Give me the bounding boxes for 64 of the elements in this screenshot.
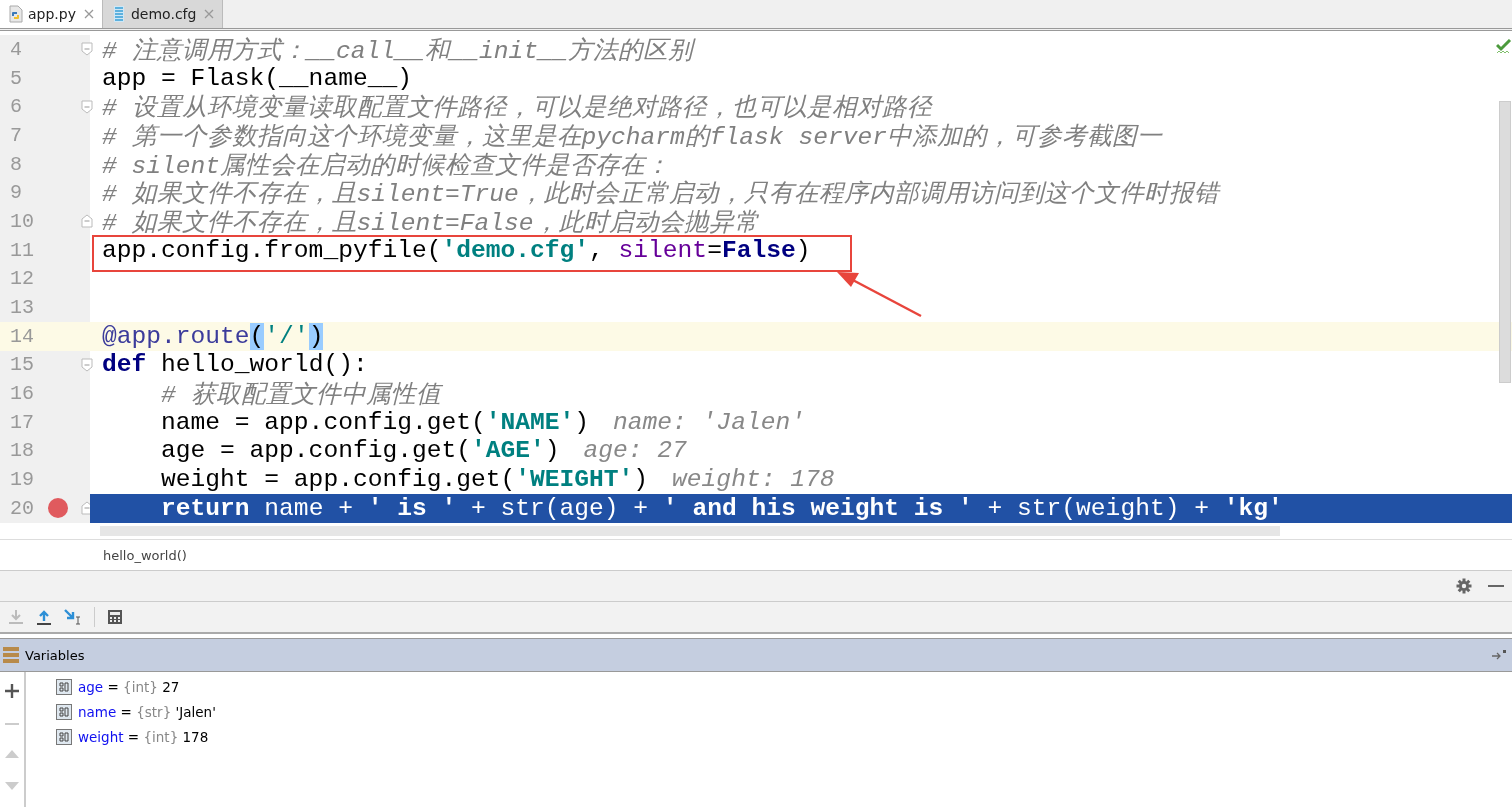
line-number: 18 [10, 439, 34, 463]
settings-icon[interactable] [1456, 578, 1472, 594]
line-number: 11 [10, 238, 34, 262]
code-line: app = Flask(__name__) [102, 64, 412, 92]
code-line: app.config.from_pyfile('demo.cfg', silent=False) [102, 236, 811, 264]
inline-hint: name: 'Jalen' [613, 408, 805, 436]
line-number: 9 [10, 181, 22, 205]
variable-icon [56, 728, 72, 745]
line-number: 19 [10, 468, 34, 492]
editor-tab[interactable]: demo.cfg [103, 0, 224, 28]
variable-entry[interactable]: weight = {int} 178 [78, 728, 209, 745]
line-number: 15 [10, 353, 34, 377]
line-number: 13 [10, 296, 34, 320]
code-line: # 设置从环境变量读取配置文件路径，可以是绝对路径，也可以是相对路径 [102, 93, 932, 123]
line-number: 16 [10, 382, 34, 406]
calculator-icon[interactable] [107, 609, 123, 625]
code-line: name = app.config.get('NAME') [160, 408, 590, 436]
upload-icon[interactable] [36, 609, 52, 625]
line-number: 8 [10, 152, 22, 176]
code-line: # 如果文件不存在，且silent=True，此时会正常启动，只有在程序内部调用访问到这个文件时报错 [102, 179, 1219, 209]
breakpoint-icon[interactable] [48, 498, 68, 519]
code-line: @app.route('/') [102, 322, 324, 350]
scrollbar-thumb[interactable] [100, 525, 1280, 536]
remove-icon[interactable] [5, 722, 19, 726]
step-into-icon[interactable] [64, 609, 82, 625]
variable-icon [56, 678, 72, 695]
code-line: def hello_world(): [102, 351, 368, 379]
breadcrumb[interactable]: hello_world() [103, 547, 187, 563]
line-number: 14 [10, 324, 34, 348]
inline-hint: weight: 178 [672, 466, 835, 494]
checkmark-icon [1496, 39, 1512, 55]
line-number: 10 [10, 209, 34, 233]
scrollbar-thumb[interactable] [1499, 101, 1511, 383]
download-icon[interactable] [8, 609, 24, 625]
line-number: 4 [10, 37, 22, 61]
pin-icon[interactable] [1492, 650, 1506, 660]
code-line: # 获取配置文件中属性值 [160, 380, 441, 411]
minimize-icon[interactable] [1488, 584, 1504, 588]
code-line: weight = app.config.get('WEIGHT') [160, 466, 649, 494]
line-number: 7 [10, 123, 22, 147]
line-number: 12 [10, 267, 34, 291]
down-icon[interactable] [5, 782, 19, 790]
editor-tab[interactable]: app.py [0, 0, 103, 28]
close-icon[interactable] [84, 9, 94, 19]
code-line: # silent属性会在启动的时候检查文件是否存在： [102, 151, 671, 180]
line-number: 17 [10, 410, 34, 434]
line-number: 6 [10, 95, 22, 119]
code-line: age = app.config.get('AGE') [160, 437, 560, 465]
line-number: 5 [10, 66, 22, 90]
add-icon[interactable] [5, 684, 19, 698]
up-icon[interactable] [5, 750, 19, 758]
list-icon [3, 647, 19, 663]
code-line: # 如果文件不存在，且silent=False，此时启动会抛异常 [102, 208, 759, 238]
inline-hint: age: 27 [583, 437, 687, 465]
code-line: return name + ' is ' + str(age) + ' and his weight is ' + str(weight) + 'kg' [160, 494, 1283, 522]
variable-icon [56, 703, 72, 720]
close-icon[interactable] [204, 9, 215, 19]
variable-entry[interactable]: name = {str} 'Jalen' [78, 703, 216, 720]
panel-title: Variables [25, 647, 85, 663]
code-line: # 第一个参数指向这个环境变量，这里是在pycharm的flask server中添加的，可参考截图一 [102, 122, 1162, 152]
python-file-icon [8, 5, 24, 23]
variable-entry[interactable]: age = {int} 27 [78, 678, 180, 695]
document-lines-icon [111, 5, 127, 23]
line-number: 20 [10, 496, 34, 520]
